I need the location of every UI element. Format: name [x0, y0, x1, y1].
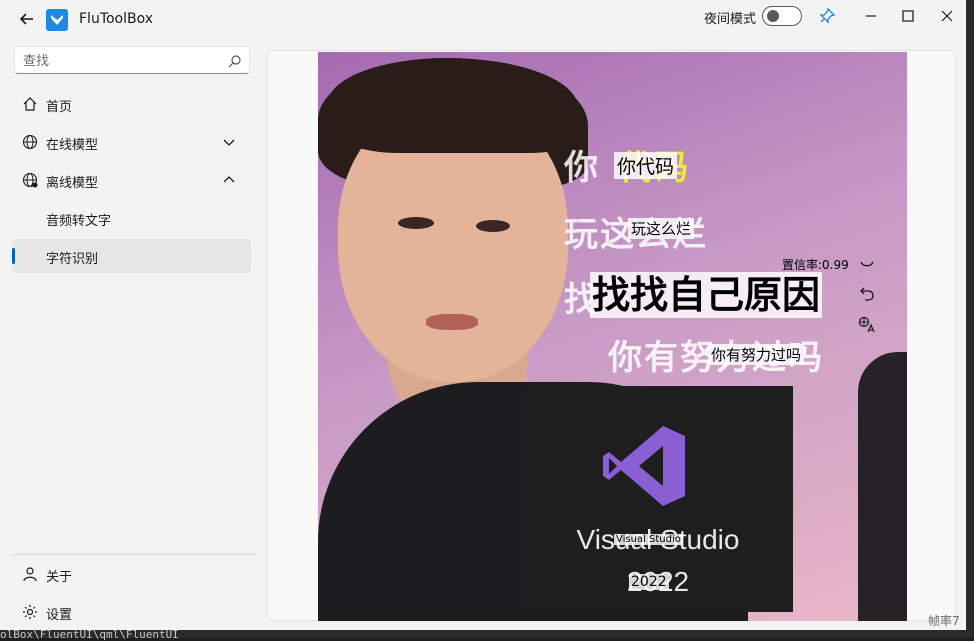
nav-label-offline-models: 离线模型	[46, 176, 99, 191]
toggle-knob	[767, 10, 779, 22]
meme-fringe	[328, 58, 578, 153]
background-editor-right	[966, 0, 974, 638]
app-logo-icon	[46, 9, 68, 31]
nav-item-settings[interactable]: 设置	[12, 595, 251, 629]
confidence-label: 置信率:0.99	[782, 258, 849, 272]
caption-ni: 你	[564, 148, 600, 188]
background-path-text: olBox\FluentUI\qml\FluentUI	[0, 628, 179, 641]
nav-label-online-models: 在线模型	[46, 138, 99, 153]
globe-icon	[22, 134, 38, 150]
home-icon	[23, 97, 37, 111]
app-title: FluToolBox	[79, 11, 154, 27]
meme-right-shape	[858, 352, 907, 621]
smile-icon[interactable]	[858, 256, 876, 274]
selected-indicator	[12, 248, 15, 264]
nav-label-about: 关于	[46, 570, 73, 585]
fps-label: 帧率7	[928, 614, 960, 628]
back-button[interactable]	[17, 9, 37, 29]
app-window: FluToolBox 夜间模式 首页 在线模型 离线模型	[0, 0, 966, 630]
search-box	[14, 46, 250, 74]
translate-icon[interactable]	[858, 316, 876, 334]
minimize-icon	[866, 15, 876, 17]
user-icon	[23, 567, 37, 582]
globe-offline-icon	[22, 172, 38, 188]
nav-label-home: 首页	[46, 100, 73, 115]
chevron-down-icon	[223, 139, 235, 146]
close-button[interactable]	[932, 4, 962, 28]
nav-item-offline-models[interactable]: 离线模型	[12, 163, 251, 197]
pin-button[interactable]	[818, 7, 836, 25]
nav-label-ocr: 字符识别	[46, 252, 99, 267]
minimize-button[interactable]	[856, 4, 886, 28]
close-icon	[941, 10, 953, 22]
nav-divider	[12, 554, 257, 555]
maximize-button[interactable]	[893, 4, 923, 28]
ocr-result-1: 你代码	[614, 152, 678, 179]
meme-mouth	[426, 314, 478, 330]
nav-item-home[interactable]: 首页	[12, 87, 251, 121]
nav-label-settings: 设置	[46, 608, 73, 623]
ocr-result-6: 2022	[629, 574, 669, 590]
maximize-icon	[902, 10, 914, 22]
meme-eye-left	[398, 217, 434, 229]
nav-label-audio-to-text: 音频转文字	[46, 214, 112, 229]
gear-icon	[23, 605, 37, 619]
night-mode-label: 夜间模式	[704, 12, 757, 27]
undo-icon[interactable]	[858, 285, 876, 303]
ocr-result-5: Visual Studio	[614, 534, 683, 545]
pin-icon	[819, 7, 836, 24]
nav-item-ocr[interactable]: 字符识别	[12, 239, 251, 273]
back-arrow-icon	[19, 13, 33, 25]
title-bar: FluToolBox 夜间模式	[0, 0, 966, 36]
search-input[interactable]	[23, 51, 223, 71]
night-mode-toggle[interactable]	[762, 6, 802, 26]
ocr-result-3: 找找自己原因	[590, 272, 823, 318]
nav-item-online-models[interactable]: 在线模型	[12, 125, 251, 159]
nav-item-audio-to-text[interactable]: 音频转文字	[12, 201, 251, 235]
visual-studio-logo-icon	[603, 426, 685, 506]
ocr-result-2: 玩这么烂	[628, 218, 695, 239]
search-icon[interactable]	[227, 53, 243, 69]
meme-eye-right	[476, 220, 510, 232]
ocr-result-4: 你有努力过吗	[708, 344, 805, 365]
nav-item-about[interactable]: 关于	[12, 557, 251, 591]
chevron-up-icon	[223, 176, 235, 183]
